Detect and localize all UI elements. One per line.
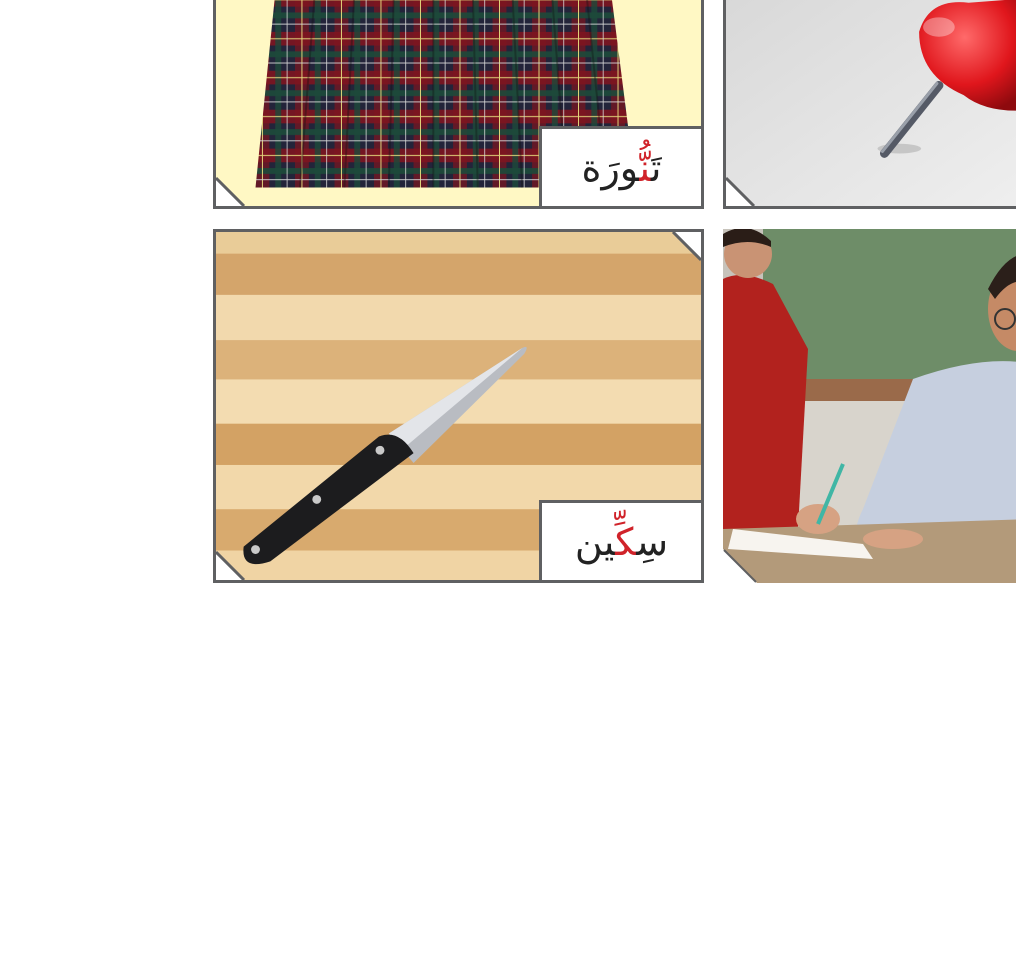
card-corner (216, 176, 246, 206)
highlighted-letter: كّ (615, 519, 637, 564)
teacher-card (723, 229, 1016, 583)
card-corner (723, 549, 757, 583)
teacher-and-student-image (723, 229, 1016, 583)
skirt-label: تَنُّورَة (539, 126, 701, 206)
card-corner (726, 176, 756, 206)
red-pushpin-image (726, 0, 1016, 206)
knife-label: سِكِّين (539, 500, 701, 580)
knife-card: سِكِّين (213, 229, 704, 583)
highlighted-letter: نّ (639, 145, 651, 190)
pushpin-card (723, 0, 1016, 209)
card-corner (216, 550, 246, 580)
knife-word: سِكِّين (574, 519, 669, 564)
skirt-word: تَنُّورَة (581, 145, 662, 190)
skirt-card: تَنُّورَة (213, 0, 704, 209)
card-corner (671, 232, 701, 262)
